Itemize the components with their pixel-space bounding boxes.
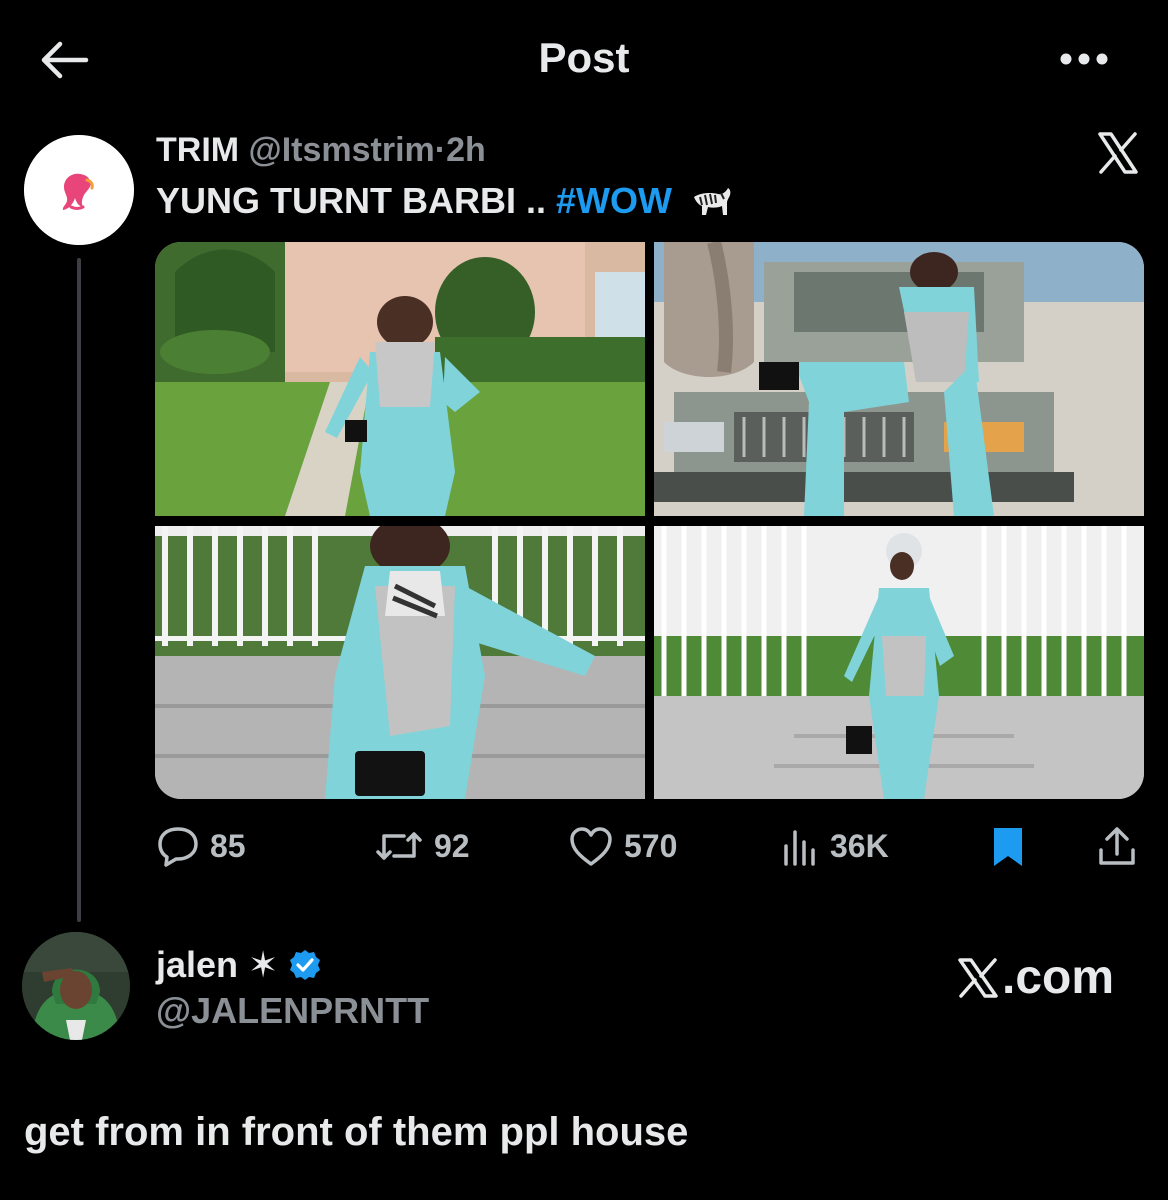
time-separator: · [434, 131, 447, 169]
x-logo-icon [1098, 132, 1138, 174]
like-button[interactable]: 570 [568, 818, 677, 874]
heart-icon [570, 827, 612, 866]
post-time[interactable]: 2h [446, 131, 486, 169]
like-count: 570 [624, 827, 678, 864]
top-bar: Post [0, 0, 1168, 120]
user-name[interactable]: jalen ✶ [156, 944, 322, 986]
user-handle[interactable]: @JALENPRNTT [156, 990, 429, 1032]
more-horizontal-icon [1060, 53, 1108, 65]
trim-avatar[interactable] [24, 135, 134, 245]
reply-icon [158, 827, 198, 867]
share-icon [1099, 827, 1135, 865]
post-caption: get from in front of them ppl house [24, 1110, 689, 1154]
photo-4[interactable] [654, 526, 1144, 799]
user-photo-icon [22, 932, 130, 1040]
author-name[interactable]: TRIM [156, 131, 239, 169]
post-text-body: YUNG TURNT BARBI .. [156, 180, 556, 221]
zebra-icon [694, 188, 731, 215]
more-options-button[interactable] [1052, 44, 1116, 74]
author-handle[interactable]: @Itsmstrim [249, 131, 435, 169]
jalen-avatar[interactable] [22, 932, 130, 1040]
action-bar: 85 92 570 36K [156, 818, 1146, 874]
views-button[interactable]: 36K [780, 818, 889, 874]
post-header: TRIM @Itsmstrim·2h [156, 130, 486, 170]
photo-2[interactable] [654, 242, 1144, 516]
barbie-logo-icon [24, 135, 134, 245]
reply-button[interactable]: 85 [156, 818, 246, 874]
x-com-label: .com [1002, 951, 1115, 1004]
view-count: 36K [830, 827, 889, 864]
user-name-text: jalen ✶ [156, 944, 279, 985]
media-grid [155, 242, 1144, 799]
repost-count: 92 [434, 827, 470, 864]
page-title: Post [538, 34, 630, 81]
hashtag-link[interactable]: #WOW [556, 180, 672, 221]
bookmark-filled-icon [994, 828, 1022, 866]
post-screen: Post TRIM @Itsmstrim·2h YUNG TURNT BARBI… [0, 0, 1168, 1200]
photo-1[interactable] [155, 242, 645, 516]
bookmark-button[interactable] [988, 818, 1028, 874]
repost-button[interactable]: 92 [374, 818, 470, 874]
repost-icon [376, 832, 422, 860]
x-logo-icon [958, 957, 998, 998]
post-text: YUNG TURNT BARBI .. #WOW [156, 180, 736, 222]
share-button[interactable] [1096, 818, 1138, 874]
x-com-watermark: .com [956, 950, 1114, 1005]
photo-3[interactable] [155, 526, 645, 799]
verified-badge-icon [290, 950, 321, 980]
views-chart-icon [784, 830, 815, 866]
thread-line [77, 258, 81, 922]
reply-count: 85 [210, 827, 246, 864]
